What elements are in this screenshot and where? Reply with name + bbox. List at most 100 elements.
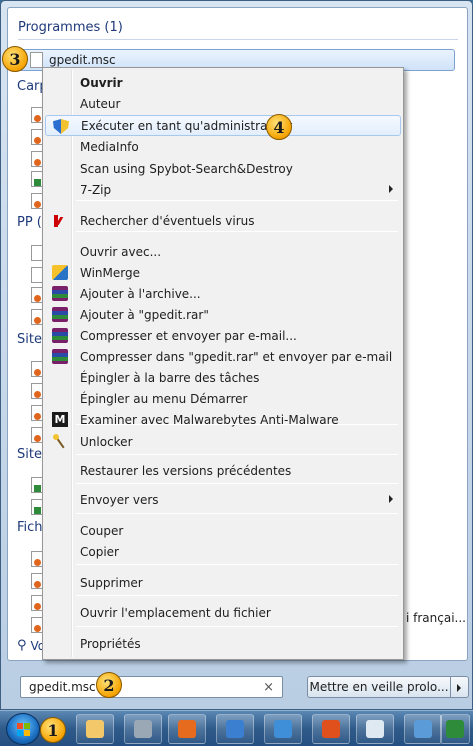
- context-menu-item-label: Supprimer: [80, 575, 143, 590]
- submenu-arrow-icon: [389, 495, 393, 503]
- context-menu-item[interactable]: Épingler au menu Démarrer: [45, 388, 401, 409]
- search-bar-area: gpedit.msc × Mettre en veille prolo...: [1, 664, 473, 711]
- scanner-icon: [414, 720, 432, 738]
- winrar-icon: [52, 328, 68, 343]
- malwarebytes-icon: [52, 412, 68, 427]
- section-header-partial[interactable]: Fich: [17, 520, 43, 535]
- menu-separator: [76, 231, 398, 232]
- search-icon: ⚲: [17, 638, 27, 653]
- context-menu-item-label: Compresser dans "gpedit.rar" et envoyer …: [80, 349, 393, 364]
- context-menu-item-label: Épingler au menu Démarrer: [80, 391, 248, 406]
- context-menu-item[interactable]: Ajouter à "gpedit.rar": [45, 304, 401, 325]
- context-menu-item[interactable]: Propriétés: [45, 633, 401, 654]
- context-menu-item-label: Scan using Spybot-Search&Destroy: [80, 161, 293, 176]
- context-menu-item[interactable]: Compresser et envoyer par e-mail...: [45, 325, 401, 346]
- context-menu-item[interactable]: Supprimer: [45, 572, 401, 593]
- taskbar-button[interactable]: [264, 714, 302, 744]
- menu-separator: [76, 454, 398, 455]
- taskbar-button[interactable]: [216, 714, 254, 744]
- context-menu-item[interactable]: Scan using Spybot-Search&Destroy: [45, 158, 401, 179]
- context-menu-item[interactable]: Épingler à la barre des tâches: [45, 367, 401, 388]
- step-badge-1: 1: [40, 717, 66, 743]
- excel-icon: [446, 720, 464, 738]
- context-menu-item-label: Ouvrir: [80, 75, 123, 90]
- taskbar-button[interactable]: [440, 714, 470, 744]
- context-menu-item[interactable]: Ouvrir: [45, 72, 401, 93]
- context-menu-item[interactable]: Couper: [45, 520, 401, 541]
- taskbar-button[interactable]: [356, 714, 394, 744]
- msc-file-icon: [30, 52, 43, 68]
- submenu-arrow-icon: [389, 185, 393, 193]
- menu-separator: [76, 564, 398, 565]
- context-menu-item-label: Compresser et envoyer par e-mail...: [80, 328, 297, 343]
- taskman-icon: [134, 720, 152, 738]
- context-menu-item-label: Copier: [80, 544, 119, 559]
- context-menu-item-label: Ouvrir l'emplacement du fichier: [80, 605, 271, 620]
- context-menu-item[interactable]: MediaInfo: [45, 136, 401, 157]
- step-badge-2: 2: [96, 672, 122, 698]
- menu-separator: [76, 626, 398, 627]
- menu-separator: [76, 200, 398, 201]
- taskbar-button[interactable]: [312, 714, 350, 744]
- context-menu-item-label: Auteur: [80, 96, 121, 111]
- context-menu-item-label: Ouvrir avec...: [80, 244, 162, 259]
- kaspersky-icon: [52, 213, 68, 228]
- step-badge-3: 3: [2, 46, 28, 72]
- step-badge-4: 4: [266, 114, 292, 140]
- winmerge-icon: [52, 265, 68, 280]
- context-menu-item[interactable]: 7-Zip: [45, 179, 401, 200]
- context-menu-item[interactable]: Envoyer vers: [45, 489, 401, 510]
- firefox-icon: [178, 720, 196, 738]
- context-menu-item[interactable]: Auteur: [45, 93, 401, 114]
- context-menu-item-label: Propriétés: [80, 636, 141, 651]
- search-input[interactable]: gpedit.msc ×: [20, 676, 283, 698]
- context-menu-item[interactable]: Exécuter en tant qu'administrateur: [45, 115, 401, 136]
- context-menu-item-label: Exécuter en tant qu'administrateur: [81, 118, 293, 133]
- winrar-icon: [52, 286, 68, 301]
- taskbar-button[interactable]: [124, 714, 162, 744]
- context-menu-item[interactable]: Ouvrir avec...: [45, 241, 401, 262]
- result-label: gpedit.msc: [49, 53, 116, 67]
- context-menu-item[interactable]: Ouvrir l'emplacement du fichier: [45, 602, 401, 623]
- context-menu-item-label: 7-Zip: [80, 182, 112, 197]
- context-menu-item-label: Épingler à la barre des tâches: [80, 370, 260, 385]
- context-menu: Ouvrir Auteur Exécuter en tant qu'administ…: [42, 67, 404, 660]
- taskbar-button[interactable]: [76, 714, 114, 744]
- context-menu-item[interactable]: Unlocker: [45, 431, 401, 452]
- section-header-partial[interactable]: PP (: [17, 215, 42, 230]
- winrar-icon: [52, 349, 68, 364]
- context-menu-item[interactable]: Examiner avec Malwarebytes Anti-Malware: [45, 409, 401, 430]
- taskbar: [0, 710, 473, 746]
- power-options-arrow-button[interactable]: [451, 676, 469, 698]
- menu-separator: [76, 424, 398, 425]
- taskbar-button[interactable]: [404, 714, 442, 744]
- context-menu-item-label: Restaurer les versions précédentes: [80, 463, 292, 478]
- context-menu-item-label: Unlocker: [80, 434, 133, 449]
- menu-separator: [76, 513, 398, 514]
- power-button[interactable]: Mettre en veille prolo...: [307, 676, 451, 698]
- context-menu-item[interactable]: Ajouter à l'archive...: [45, 283, 401, 304]
- clear-search-icon[interactable]: ×: [263, 680, 274, 695]
- context-menu-item-label: WinMerge: [80, 265, 140, 280]
- menu-separator: [76, 595, 398, 596]
- thunderbird-icon: [226, 720, 244, 738]
- notepad-icon: [366, 720, 384, 738]
- context-menu-item[interactable]: Rechercher d'éventuels virus: [45, 210, 401, 231]
- context-menu-item[interactable]: Restaurer les versions précédentes: [45, 460, 401, 481]
- winrar-icon: [52, 307, 68, 322]
- context-menu-item-label: Couper: [80, 523, 124, 538]
- result-text-partial[interactable]: i françai...: [406, 611, 466, 625]
- context-menu-item-label: Ajouter à "gpedit.rar": [80, 307, 209, 322]
- see-more-results-link[interactable]: ⚲ Vo: [17, 638, 45, 653]
- context-menu-item[interactable]: Copier: [45, 541, 401, 562]
- kt-icon: [322, 720, 340, 738]
- taskbar-button[interactable]: [168, 714, 206, 744]
- uac-shield-icon: [53, 119, 69, 134]
- context-menu-item-label: Rechercher d'éventuels virus: [80, 213, 255, 228]
- context-menu-item[interactable]: WinMerge: [45, 262, 401, 283]
- sync-icon: [274, 720, 292, 738]
- unlocker-wand-icon: [52, 434, 68, 449]
- programs-section-header[interactable]: Programmes (1): [18, 20, 458, 42]
- start-button[interactable]: [6, 713, 40, 745]
- context-menu-item[interactable]: Compresser dans "gpedit.rar" et envoyer …: [45, 346, 401, 367]
